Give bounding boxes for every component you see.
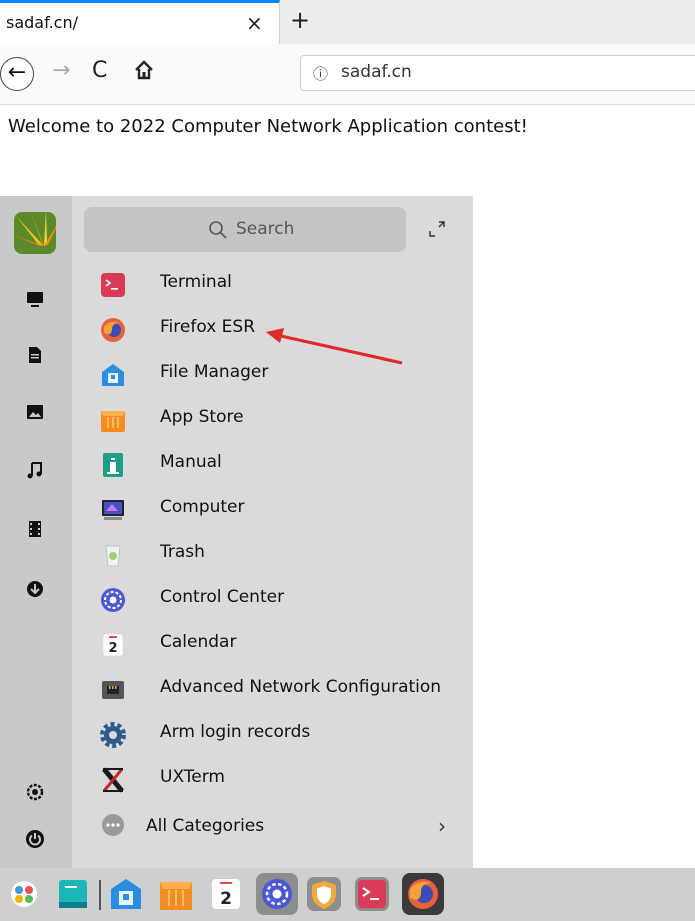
app-item-network[interactable]: Advanced Network Configuration — [84, 669, 464, 709]
app-item-uxterm[interactable]: UXTerm — [84, 759, 464, 799]
tab-title: sadaf.cn/ — [6, 13, 78, 32]
firefox-icon — [101, 318, 125, 342]
settings-icon[interactable] — [24, 781, 46, 803]
info-icon[interactable]: ⓘ — [313, 63, 328, 84]
all-categories-button[interactable]: All Categories › — [84, 806, 464, 846]
tab-bar: sadaf.cn/ × + — [0, 0, 695, 45]
file-manager-icon — [102, 364, 124, 386]
calendar-day: 2 — [220, 889, 232, 909]
annotation-arrow — [266, 328, 403, 365]
fullscreen-icon[interactable] — [428, 220, 446, 238]
document-icon[interactable] — [24, 344, 46, 366]
deepin-editor-icon[interactable] — [56, 876, 92, 912]
app-label: Arm login records — [160, 722, 311, 742]
url-text[interactable]: sadaf.cn — [341, 62, 412, 82]
app-item-manual[interactable]: Manual — [84, 444, 464, 484]
file-manager-icon[interactable] — [108, 876, 144, 912]
app-label: Advanced Network Configuration — [160, 677, 442, 697]
calendar-icon: 2 — [102, 633, 124, 657]
dock-separator — [99, 880, 101, 910]
navigation-bar: ← → C ⓘ sadaf.cn — [0, 44, 695, 105]
search-placeholder: Search — [236, 219, 295, 239]
power-icon[interactable] — [24, 828, 46, 850]
music-icon[interactable] — [24, 459, 46, 481]
app-launcher: Search Terminal Firefox ESR File Manager… — [0, 196, 473, 868]
search-input[interactable]: Search — [84, 207, 406, 252]
app-item-control-center[interactable]: Control Center — [84, 579, 464, 619]
firefox-icon[interactable] — [402, 873, 444, 915]
launcher-icon[interactable] — [6, 876, 42, 912]
app-store-icon — [101, 411, 125, 432]
search-icon — [209, 221, 227, 239]
app-label: UXTerm — [160, 767, 225, 787]
url-bar[interactable]: ⓘ sadaf.cn — [300, 55, 695, 91]
app-item-trash[interactable]: Trash — [84, 534, 464, 574]
download-icon[interactable] — [24, 578, 46, 600]
control-center-icon[interactable] — [256, 873, 298, 915]
app-label: App Store — [160, 407, 244, 427]
calendar-icon[interactable]: 2 — [208, 876, 244, 912]
app-item-app-store[interactable]: App Store — [84, 399, 464, 439]
calendar-day: 2 — [108, 641, 117, 656]
app-item-computer[interactable]: Computer — [84, 489, 464, 529]
app-label: Terminal — [160, 272, 232, 292]
forward-button[interactable]: → — [52, 58, 70, 83]
app-label: Firefox ESR — [160, 317, 256, 337]
gear-icon — [100, 722, 126, 748]
launcher-sidebar — [0, 196, 72, 868]
security-icon[interactable] — [306, 876, 342, 912]
computer-icon[interactable] — [24, 288, 46, 310]
app-label: Control Center — [160, 587, 285, 607]
manual-icon — [103, 453, 123, 477]
trash-icon — [105, 545, 121, 567]
x-icon — [102, 767, 124, 793]
network-icon — [102, 681, 124, 699]
app-label: Trash — [160, 542, 205, 562]
avatar[interactable] — [14, 212, 56, 254]
app-store-icon[interactable] — [158, 876, 194, 912]
app-item-terminal[interactable]: Terminal — [84, 264, 464, 304]
new-tab-button[interactable]: + — [290, 6, 310, 34]
app-item-arm-login-records[interactable]: Arm login records — [84, 714, 464, 754]
tab-close-button[interactable]: × — [246, 11, 263, 35]
terminal-icon[interactable] — [354, 876, 390, 912]
browser-tab[interactable]: sadaf.cn/ × — [0, 0, 280, 44]
app-label: Calendar — [160, 632, 237, 652]
app-item-calendar[interactable]: 2 Calendar — [84, 624, 464, 664]
app-label: Manual — [160, 452, 222, 472]
reload-button[interactable]: C — [92, 58, 107, 83]
terminal-icon — [101, 273, 125, 297]
picture-icon[interactable] — [24, 401, 46, 423]
welcome-text: Welcome to 2022 Computer Network Applica… — [8, 116, 528, 137]
computer-icon — [102, 500, 124, 520]
home-icon[interactable] — [134, 60, 154, 80]
chevron-right-icon: › — [438, 814, 446, 838]
app-label: Computer — [160, 497, 245, 517]
dock: 2 — [0, 868, 695, 921]
video-icon[interactable] — [24, 518, 46, 540]
all-categories-label: All Categories — [146, 816, 265, 836]
more-icon — [102, 814, 124, 836]
control-center-icon — [101, 588, 125, 612]
back-button[interactable]: ← — [0, 57, 34, 91]
